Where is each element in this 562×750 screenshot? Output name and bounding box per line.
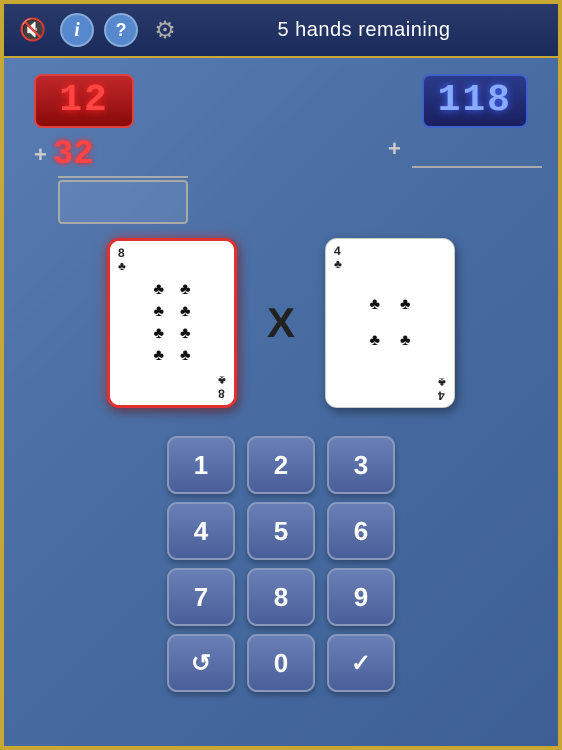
keypad-row-2: 4 5 6 xyxy=(167,502,395,560)
top-icons: 🔇 i ? ⚙ xyxy=(16,13,182,47)
left-card-bottom-corner: 8♣ xyxy=(218,373,226,399)
right-total-block: + xyxy=(368,136,528,224)
info-icon: i xyxy=(74,19,80,42)
left-card-pips: ♣ ♣ ♣ ♣ ♣ ♣ ♣ ♣ xyxy=(153,281,190,365)
right-score-display: 118 xyxy=(422,74,528,128)
pip: ♣ xyxy=(153,347,164,365)
pip: ♣ xyxy=(180,303,191,321)
speaker-icon: 🔇 xyxy=(19,17,46,43)
pip: ♣ xyxy=(180,347,191,365)
top-bar: 🔇 i ? ⚙ 5 hands remaining xyxy=(4,4,558,58)
pip: ♣ xyxy=(180,325,191,343)
left-plus-row: + 32 xyxy=(34,136,194,174)
pip: ♣ xyxy=(400,296,411,314)
left-card-top-corner: 8♣ xyxy=(118,247,126,273)
key-0[interactable]: 0 xyxy=(247,634,315,692)
score-row: 12 118 xyxy=(24,74,538,128)
pip: ♣ xyxy=(400,332,411,350)
speaker-button[interactable]: 🔇 xyxy=(16,13,50,47)
gear-icon: ⚙ xyxy=(154,16,176,45)
right-score-value: 118 xyxy=(438,79,512,122)
key-7[interactable]: 7 xyxy=(167,568,235,626)
key-backspace[interactable]: ↺ xyxy=(167,634,235,692)
pip: ♣ xyxy=(370,332,381,350)
left-answer-box xyxy=(58,180,188,224)
game-area: 12 118 + 32 + xyxy=(4,58,558,708)
multiply-operator: X xyxy=(267,299,295,347)
right-card-top-corner: 4♣ xyxy=(334,245,342,271)
right-card-bottom-corner: 4♣ xyxy=(438,375,446,401)
app-container: 🔇 i ? ⚙ 5 hands remaining 12 118 xyxy=(0,0,562,750)
left-divider xyxy=(58,176,188,178)
key-9[interactable]: 9 xyxy=(327,568,395,626)
pip: ♣ xyxy=(153,281,164,299)
hands-remaining-label: 5 hands remaining xyxy=(182,19,546,42)
left-plus-sign: + xyxy=(34,142,47,168)
help-button[interactable]: ? xyxy=(104,13,138,47)
left-running-value: 32 xyxy=(53,136,94,174)
keypad-row-1: 1 2 3 xyxy=(167,436,395,494)
key-8[interactable]: 8 xyxy=(247,568,315,626)
pip: ♣ xyxy=(153,303,164,321)
right-divider xyxy=(412,166,542,168)
key-4[interactable]: 4 xyxy=(167,502,235,560)
right-card: 4♣ ♣ ♣ ♣ ♣ 4♣ xyxy=(325,238,455,408)
left-card: 8♣ ♣ ♣ ♣ ♣ ♣ ♣ ♣ ♣ 8♣ xyxy=(107,238,237,408)
cards-area: 8♣ ♣ ♣ ♣ ♣ ♣ ♣ ♣ ♣ 8♣ X 4♣ ♣ xyxy=(24,238,538,408)
totals-row: + 32 + xyxy=(24,136,538,224)
keypad-row-3: 7 8 9 xyxy=(167,568,395,626)
key-1[interactable]: 1 xyxy=(167,436,235,494)
question-icon: ? xyxy=(116,20,127,41)
right-plus-row: + xyxy=(388,136,407,162)
key-3[interactable]: 3 xyxy=(327,436,395,494)
pip: ♣ xyxy=(153,325,164,343)
right-plus-sign: + xyxy=(388,136,401,162)
key-5[interactable]: 5 xyxy=(247,502,315,560)
pip: ♣ xyxy=(180,281,191,299)
left-score-value: 12 xyxy=(59,79,109,122)
key-6[interactable]: 6 xyxy=(327,502,395,560)
key-2[interactable]: 2 xyxy=(247,436,315,494)
keypad: 1 2 3 4 5 6 7 8 9 ↺ 0 ✓ xyxy=(24,436,538,692)
right-card-pips: ♣ ♣ ♣ ♣ xyxy=(370,296,411,350)
pip: ♣ xyxy=(370,296,381,314)
settings-button[interactable]: ⚙ xyxy=(148,13,182,47)
info-button[interactable]: i xyxy=(60,13,94,47)
left-score-display: 12 xyxy=(34,74,134,128)
key-enter[interactable]: ✓ xyxy=(327,634,395,692)
left-total-block: + 32 xyxy=(34,136,194,224)
keypad-row-4: ↺ 0 ✓ xyxy=(167,634,395,692)
